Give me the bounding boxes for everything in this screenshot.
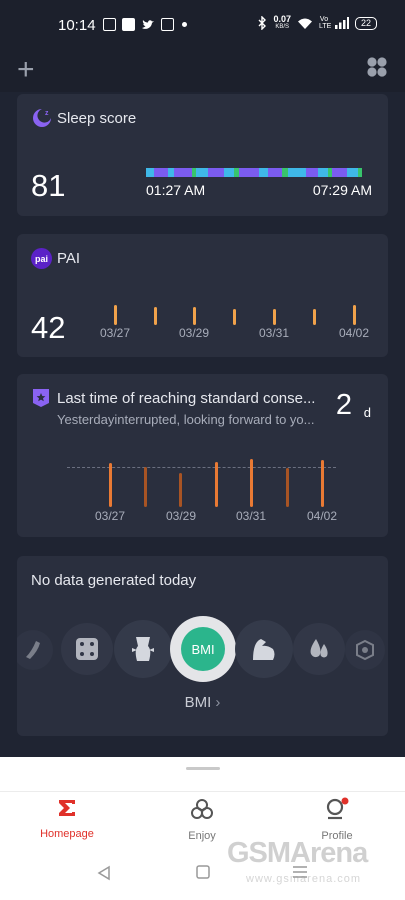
network-speed-value: 0.07 (273, 14, 291, 24)
streak-day-bar (215, 462, 218, 507)
nav-profile[interactable]: Profile (292, 797, 382, 842)
water-drops-icon (310, 639, 328, 658)
sleep-score-card[interactable]: z Sleep score 81 01:27 AM 07:29 AM (17, 94, 388, 216)
profile-icon (326, 797, 349, 820)
metric-option[interactable] (293, 623, 345, 675)
pai-day-tick (233, 309, 236, 325)
back-triangle-icon (97, 865, 110, 881)
sleep-score-value: 81 (31, 168, 66, 203)
twitter-icon (142, 19, 154, 29)
battery-icon: 22 (355, 16, 377, 30)
sleep-moon-icon: z (33, 109, 51, 127)
svg-text:z: z (45, 110, 49, 117)
medal-badge-icon (33, 389, 49, 407)
pai-day-tick (154, 307, 157, 325)
sleep-end-time: 07:29 AM (312, 182, 372, 198)
streak-date-label: 03/31 (236, 509, 267, 523)
sigma-home-icon (59, 800, 75, 816)
pai-day-tick (193, 307, 196, 325)
pai-value: 42 (31, 310, 66, 345)
toi-notification-icon (122, 18, 135, 31)
home-square-icon (196, 865, 210, 879)
pai-title: PAI (57, 250, 81, 267)
metric-option[interactable] (235, 620, 293, 678)
more-notifications-dot (182, 22, 187, 27)
metric-option[interactable] (17, 630, 53, 670)
metric-option[interactable] (114, 620, 172, 678)
status-time: 10:14 (58, 17, 96, 34)
dice-icon (76, 638, 98, 660)
top-bar: + (0, 50, 405, 92)
streak-subtitle: Yesterdayinterrupted, looking forward to… (57, 412, 315, 427)
streak-day-bar (109, 463, 112, 507)
nav-homepage-label: Homepage (40, 828, 94, 840)
sleep-stage-bar (146, 168, 372, 177)
wifi-icon (298, 18, 312, 29)
status-bar: 10:14 0.07 KB/S Vo LTE 22 (0, 0, 405, 50)
bmi-link[interactable]: BMI › (17, 694, 388, 711)
pai-day-tick (114, 305, 117, 325)
pai-day-tick (313, 309, 316, 325)
pai-day-tick (353, 305, 356, 325)
leg-icon (26, 641, 40, 659)
streak-date-label: 03/27 (95, 509, 126, 523)
metric-option[interactable] (61, 623, 113, 675)
streak-date-label: 04/02 (307, 509, 338, 523)
muscle-arm-icon (253, 639, 275, 660)
network-speed-unit: KB/S (275, 24, 290, 30)
enjoy-rings-icon (191, 799, 213, 819)
system-status: 0.07 KB/S Vo LTE 22 (257, 15, 377, 31)
watermark-logo: GSMArena (227, 837, 368, 869)
sleep-start-time: 01:27 AM (146, 182, 206, 198)
bone-icon (356, 639, 374, 661)
streak-days-value: 2 (335, 389, 352, 421)
bottom-sheet: Homepage Enjoy Profile GSMArena www.gsma… (0, 757, 405, 900)
grid-menu-icon[interactable] (366, 56, 388, 78)
streak-day-bar (250, 459, 253, 507)
pai-date-label: 03/31 (259, 326, 290, 340)
no-data-message: No data generated today (31, 572, 197, 589)
streak-date-label: 03/29 (166, 509, 197, 523)
pai-day-tick (273, 309, 276, 325)
bluetooth-icon (258, 16, 267, 30)
streak-title: Last time of reaching standard conse... (57, 390, 316, 407)
streak-day-bar (286, 468, 289, 507)
bmi-badge: BMI (181, 627, 225, 671)
bmi-metric-selected[interactable]: BMI (170, 616, 236, 682)
body-torso-icon (132, 637, 154, 661)
pai-date-label: 03/29 (179, 326, 210, 340)
system-back-button[interactable] (97, 865, 111, 886)
divider (0, 791, 405, 792)
sleep-score-title: Sleep score (57, 110, 137, 127)
streak-day-bar (321, 460, 324, 507)
network-speed: 0.07 KB/S (273, 15, 291, 31)
streak-day-bar (144, 467, 147, 507)
chevron-right-icon: › (215, 694, 221, 711)
pai-date-label: 04/02 (339, 326, 370, 340)
body-metrics-card[interactable]: No data generated today BMI BMI › (17, 556, 388, 736)
drag-handle[interactable] (186, 767, 220, 770)
nav-enjoy[interactable]: Enjoy (157, 797, 247, 842)
goal-line (67, 467, 336, 468)
news-notification-icon (161, 18, 174, 31)
system-home-button[interactable] (196, 865, 210, 884)
add-button[interactable]: + (17, 55, 35, 85)
volte-label: Vo LTE (319, 16, 332, 30)
streak-day-bar (179, 473, 182, 507)
notification-icons (103, 18, 187, 31)
watermark-url: www.gsmarena.com (246, 873, 362, 885)
nav-homepage[interactable]: Homepage (22, 797, 112, 840)
streak-days-unit: d (363, 405, 371, 420)
bmi-link-label: BMI (184, 694, 212, 711)
metric-option[interactable] (345, 630, 385, 670)
standard-streak-card[interactable]: Last time of reaching standard conse... … (17, 374, 388, 537)
pai-logo-icon: pai (31, 248, 52, 269)
app-notification-icon (103, 18, 116, 31)
signal-icon (335, 17, 349, 29)
pai-date-label: 03/27 (100, 326, 131, 340)
pai-card[interactable]: pai PAI 42 03/27 03/29 03/31 04/02 (17, 234, 388, 357)
